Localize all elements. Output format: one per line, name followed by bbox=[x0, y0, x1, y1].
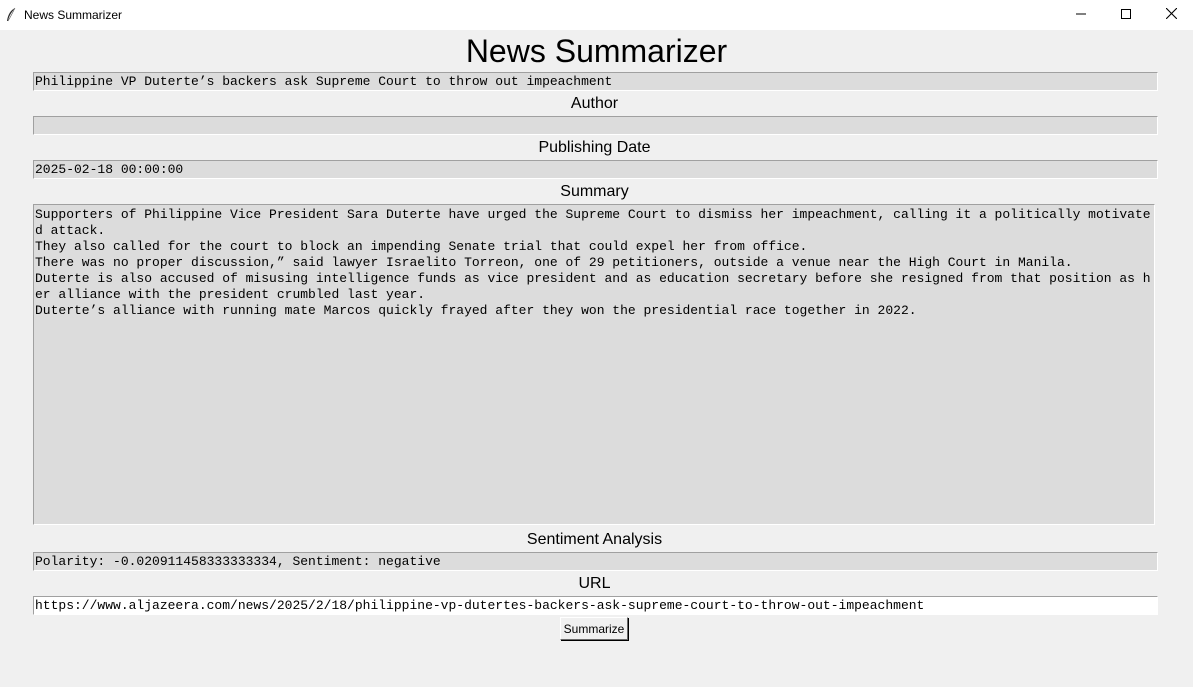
url-label: URL bbox=[578, 575, 611, 592]
summary-line: Duterte is also accused of misusing inte… bbox=[35, 271, 1151, 302]
summary-line: Duterte’s alliance with running mate Mar… bbox=[35, 303, 917, 318]
maximize-button[interactable] bbox=[1103, 0, 1149, 30]
summary-label: Summary bbox=[560, 183, 629, 200]
title-bar: News Summarizer bbox=[0, 0, 1193, 30]
summary-text-area[interactable]: Supporters of Philippine Vice President … bbox=[33, 204, 1155, 525]
author-label: Author bbox=[570, 95, 619, 112]
summary-line: They also called for the court to block … bbox=[35, 239, 808, 254]
summarize-button[interactable]: Summarize bbox=[560, 617, 628, 640]
summary-line: There was no proper discussion,” said la… bbox=[35, 255, 1073, 270]
page-title: News Summarizer bbox=[465, 33, 728, 69]
close-icon bbox=[1165, 6, 1177, 24]
app-window: News Summarizer News Summarizer Philippi… bbox=[0, 0, 1193, 687]
sentiment-field[interactable]: Polarity: -0.020911458333333334, Sentime… bbox=[33, 552, 1158, 571]
window-title: News Summarizer bbox=[24, 8, 123, 22]
author-field[interactable] bbox=[33, 116, 1158, 135]
sentiment-label: Sentiment Analysis bbox=[526, 531, 663, 548]
close-button[interactable] bbox=[1148, 0, 1193, 30]
url-input[interactable]: https://www.aljazeera.com/news/2025/2/18… bbox=[33, 596, 1158, 615]
maximize-icon bbox=[1121, 6, 1131, 24]
article-title-field[interactable]: Philippine VP Duterte’s backers ask Supr… bbox=[33, 72, 1158, 91]
feather-icon bbox=[5, 7, 17, 23]
publishing-date-field[interactable]: 2025-02-18 00:00:00 bbox=[33, 160, 1158, 179]
publishing-date-label: Publishing Date bbox=[538, 139, 651, 156]
minimize-button[interactable] bbox=[1058, 0, 1104, 30]
minimize-icon bbox=[1076, 6, 1086, 24]
summary-line: Supporters of Philippine Vice President … bbox=[35, 207, 1151, 238]
